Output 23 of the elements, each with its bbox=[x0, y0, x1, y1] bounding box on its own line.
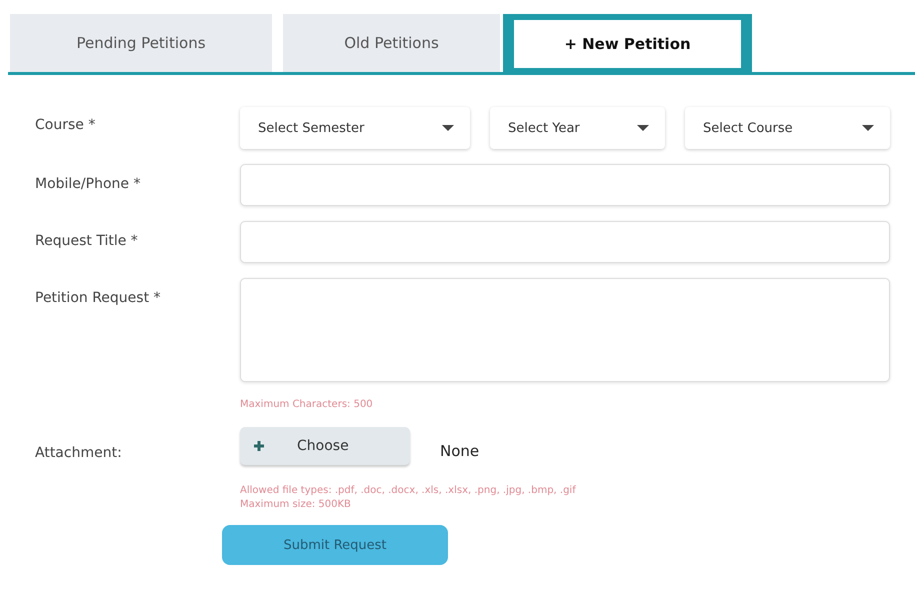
textarea-field[interactable] bbox=[240, 278, 890, 382]
field-label: Mobile/Phone * bbox=[35, 175, 142, 192]
caret-icon bbox=[637, 124, 649, 132]
hint-text: Maximum Characters: 500 bbox=[240, 399, 374, 410]
field-label: Attachment: bbox=[35, 444, 123, 461]
field-label: Request Title * bbox=[35, 232, 139, 249]
file-name: None bbox=[440, 441, 480, 460]
select-dropdown[interactable]: Select Course bbox=[685, 107, 890, 149]
caret-icon bbox=[442, 124, 454, 132]
plus-icon bbox=[254, 441, 264, 451]
tab[interactable]: + New Petition bbox=[503, 14, 752, 72]
caret-icon bbox=[862, 124, 874, 132]
choose-button[interactable]: Choose bbox=[240, 427, 410, 465]
field-label: Course * bbox=[35, 116, 96, 133]
tab[interactable]: Pending Petitions bbox=[10, 14, 272, 72]
hint-text: Allowed file types: .pdf, .doc, .docx, .xls, .xlsx, .png, .jpg, .bmp, .gif bbox=[240, 485, 576, 496]
field-label: Petition Request * bbox=[35, 289, 162, 306]
select-dropdown[interactable]: Select Semester bbox=[240, 107, 470, 149]
input-field[interactable] bbox=[240, 164, 890, 206]
input-field[interactable] bbox=[240, 221, 890, 263]
select-dropdown[interactable]: Select Year bbox=[490, 107, 665, 149]
tab[interactable]: Old Petitions bbox=[283, 14, 500, 72]
hint-text: Maximum size: 500KB bbox=[240, 499, 352, 510]
